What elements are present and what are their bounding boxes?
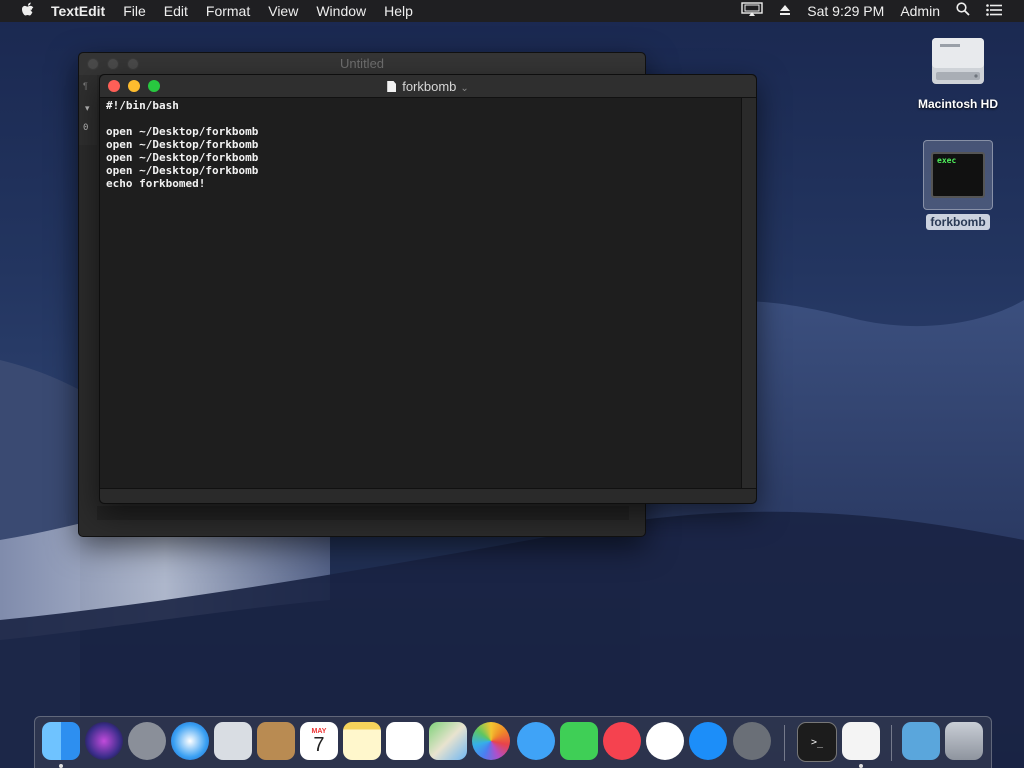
dock-messages[interactable] [517,722,555,760]
menu-edit[interactable]: Edit [155,0,197,22]
ruler-strip: ¶ ▾ 0 [79,75,97,145]
dock-app-store[interactable] [689,722,727,760]
dock-news[interactable] [603,722,641,760]
apple-menu[interactable] [14,2,42,21]
forkbomb-titlebar[interactable]: forkbomb ⌄ [100,75,756,98]
dock-trash[interactable] [945,722,983,760]
spotlight-button[interactable] [948,0,978,22]
notification-center-icon [986,4,1002,16]
menu-format[interactable]: Format [197,0,259,22]
spotlight-search-icon [956,2,970,16]
dock-notes[interactable] [343,722,381,760]
untitled-titlebar[interactable]: Untitled [79,53,645,75]
forkbomb-window-title[interactable]: forkbomb ⌄ [100,79,756,94]
dock-safari[interactable] [171,722,209,760]
paragraph-icon: ¶ [83,81,88,91]
hard-drive-icon [932,38,984,84]
ruler-value: 0 [83,123,89,133]
dock-separator [784,725,785,761]
dock-textedit[interactable] [842,722,880,760]
calendar-day: 7 [313,733,325,756]
forkbomb-desktop-icon[interactable]: exec forkbomb [920,140,996,230]
eject-icon [780,5,791,15]
forkbomb-window[interactable]: forkbomb ⌄ #!/bin/bash open ~/Desktop/for… [99,74,757,504]
dock-running-indicator [859,764,863,768]
chevron-down-icon: ⌄ [460,83,469,94]
horizontal-scrollbar[interactable] [100,488,756,503]
airplay-display-icon [741,2,763,16]
document-icon [387,81,397,92]
exec-file-selection: exec [923,140,993,210]
dock-siri[interactable] [85,722,123,760]
airplay-display-menu[interactable] [733,0,771,22]
dock-mail[interactable] [214,722,252,760]
dock-maps[interactable] [429,722,467,760]
exec-file-icon: exec [931,152,985,198]
dock-music[interactable] [646,722,684,760]
dock-finder[interactable] [42,722,80,760]
macintosh-hd-label: Macintosh HD [917,97,998,111]
dock-running-indicator [59,764,63,768]
tab-stop-icon[interactable]: ▾ [85,103,90,114]
menu-help[interactable]: Help [375,0,422,22]
dock-system-preferences[interactable] [733,722,771,760]
terminal-icon: >_ [810,736,824,748]
dock-facetime[interactable] [560,722,598,760]
eject-menu[interactable] [771,0,799,22]
dock-launchpad[interactable] [128,722,166,760]
menu-clock[interactable]: Sat 9:29 PM [799,0,892,22]
apple-logo-icon [22,2,34,15]
calendar-icon: MAY 7 [312,728,327,755]
menu-bar: TextEdit File Edit Format View Window He… [0,0,1024,22]
macintosh-hd-desktop-icon[interactable]: Macintosh HD [910,30,1006,111]
dock-calendar[interactable]: MAY 7 [300,722,338,760]
dock-separator [891,725,892,761]
dock-contacts[interactable] [257,722,295,760]
menu-window[interactable]: Window [307,0,375,22]
text-editor-area[interactable]: #!/bin/bash open ~/Desktop/forkbomb open… [100,98,740,488]
window-title-text: forkbomb [402,79,457,94]
vertical-scrollbar[interactable] [741,98,756,488]
exec-badge: exec [937,156,957,165]
untitled-horizontal-scrollbar[interactable] [97,506,629,520]
menu-file[interactable]: File [114,0,155,22]
dock-terminal[interactable]: >_ [797,722,837,762]
dock: MAY 7 >_ [34,716,992,768]
menu-view[interactable]: View [259,0,307,22]
forkbomb-label: forkbomb [926,214,990,230]
dock-downloads[interactable] [902,722,940,760]
dock-reminders[interactable] [386,722,424,760]
dock-photos[interactable] [472,722,510,760]
menu-app-name[interactable]: TextEdit [42,0,114,22]
notification-center-button[interactable] [978,0,1024,22]
untitled-window-title: Untitled [339,56,385,71]
menu-user[interactable]: Admin [892,0,948,22]
